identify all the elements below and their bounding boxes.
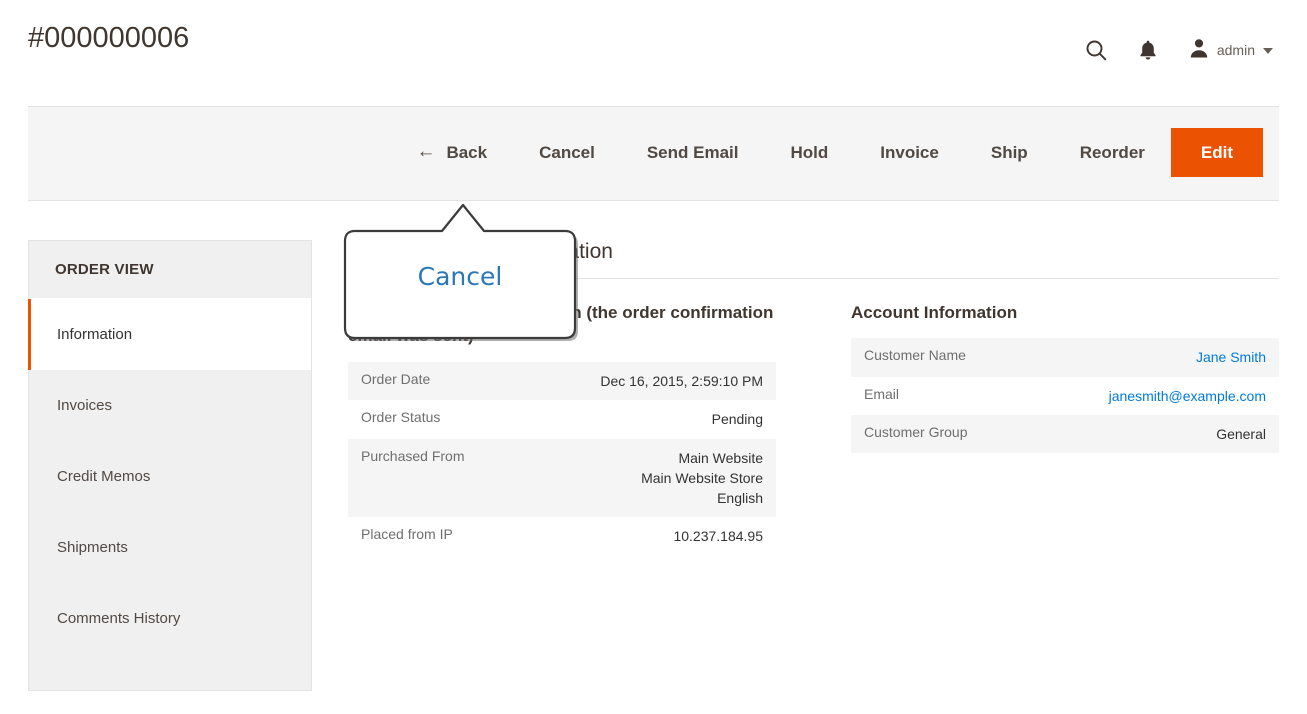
row-value: General [1216, 426, 1266, 443]
row-value: Main Website Main Website Store English [641, 449, 763, 507]
send-email-button[interactable]: Send Email [621, 130, 765, 175]
row-value: janesmith@example.com [1028, 377, 1279, 415]
table-row: Email janesmith@example.com [851, 377, 1279, 415]
account-information-block: Account Information Customer Name Jane S… [851, 301, 1279, 556]
customer-name-link[interactable]: Jane Smith [1196, 349, 1266, 365]
cancel-callout-bubble: Cancel [341, 203, 579, 341]
back-button-label: Back [446, 143, 488, 162]
reorder-button[interactable]: Reorder [1054, 130, 1171, 175]
row-label: Placed from IP [361, 526, 453, 543]
user-avatar-icon [1188, 37, 1210, 64]
page-actions-toolbar: ← Back Cancel Send Email Hold Invoice Sh… [28, 106, 1279, 201]
edit-button[interactable]: Edit [1170, 128, 1263, 177]
order-view-nav: Information Invoices Credit Memos Shipme… [28, 298, 312, 691]
account-information-table: Customer Name Jane Smith Email janesmith… [851, 338, 1279, 454]
user-menu-label: admin [1216, 42, 1255, 58]
sidebar-item-shipments[interactable]: Shipments [28, 512, 311, 583]
table-row: Purchased From Main Website Main Website… [348, 438, 776, 518]
customer-email-link[interactable]: janesmith@example.com [1109, 388, 1266, 404]
back-button[interactable]: ← Back [402, 129, 513, 176]
bell-icon[interactable] [1122, 30, 1174, 70]
page-header: #000000006 admin [0, 0, 1307, 106]
table-row: Order Status Pending [348, 400, 776, 438]
sidebar-item-label: Information [57, 326, 133, 343]
row-value: Pending [711, 411, 763, 428]
row-label: Customer Name [864, 347, 966, 364]
row-label: Order Date [361, 370, 431, 387]
order-view-sidebar: ORDER VIEW Information Invoices Credit M… [28, 240, 312, 691]
sidebar-item-label: Shipments [57, 539, 128, 556]
sidebar-item-comments-history[interactable]: Comments History [28, 583, 311, 654]
sidebar-item-label: Invoices [57, 397, 113, 414]
search-icon[interactable] [1070, 30, 1122, 70]
user-menu[interactable]: admin [1184, 37, 1273, 64]
chevron-down-icon [1263, 48, 1273, 54]
order-view-title-box: ORDER VIEW [28, 240, 312, 298]
account-information-title: Account Information [851, 303, 1018, 322]
arrow-left-icon: ← [416, 141, 436, 162]
row-label: Customer Group [864, 424, 968, 441]
ship-button[interactable]: Ship [965, 130, 1054, 175]
cancel-button[interactable]: Cancel [513, 130, 621, 175]
table-row: Customer Group General [851, 415, 1279, 454]
invoice-button[interactable]: Invoice [854, 130, 965, 175]
sidebar-item-label: Credit Memos [57, 468, 151, 485]
sidebar-item-credit-memos[interactable]: Credit Memos [28, 441, 311, 512]
row-value: Dec 16, 2015, 2:59:10 PM [600, 372, 763, 389]
row-label: Purchased From [361, 447, 465, 464]
row-value: Jane Smith [1028, 338, 1279, 376]
page-actions-list: ← Back Cancel Send Email Hold Invoice Sh… [402, 128, 1263, 177]
hold-button[interactable]: Hold [764, 130, 854, 175]
header-actions: admin [1070, 30, 1273, 70]
table-row: Placed from IP 10.237.184.95 [348, 517, 776, 555]
table-row: Order Date Dec 16, 2015, 2:59:10 PM [348, 361, 776, 401]
sidebar-item-invoices[interactable]: Invoices [28, 370, 311, 441]
page-title: #000000006 [28, 22, 190, 54]
table-row: Customer Name Jane Smith [851, 338, 1279, 377]
row-label: Order Status [361, 409, 441, 426]
sidebar-item-information[interactable]: Information [28, 299, 311, 370]
order-information-table: Order Date Dec 16, 2015, 2:59:10 PM Orde… [348, 361, 776, 556]
row-label: Email [864, 385, 900, 402]
sidebar-item-label: Comments History [57, 610, 181, 627]
order-view-title: ORDER VIEW [55, 261, 154, 278]
row-value: 10.237.184.95 [673, 528, 763, 545]
